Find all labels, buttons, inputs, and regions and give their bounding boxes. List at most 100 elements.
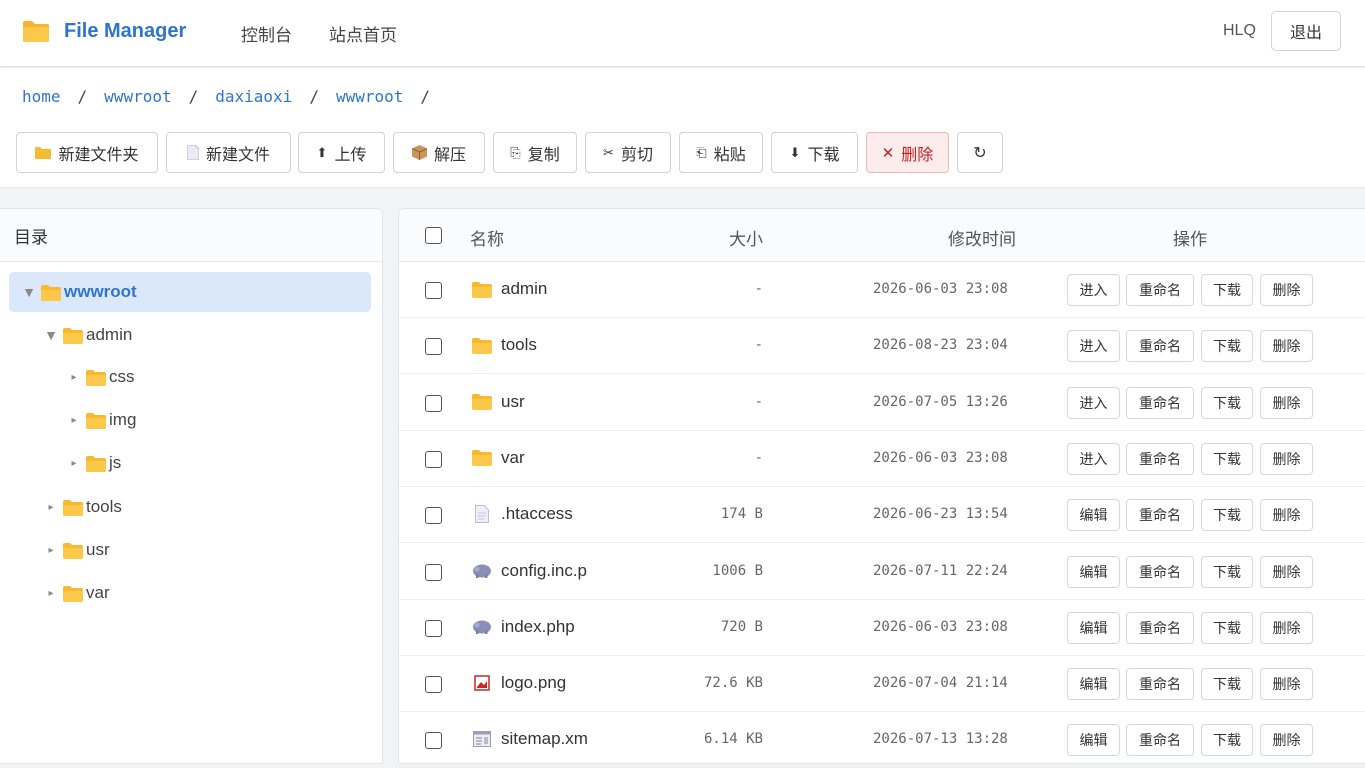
upload-button[interactable]: ⬆ 上传	[298, 132, 385, 173]
enter-button[interactable]: 进入	[1067, 442, 1120, 475]
nav-dashboard-link[interactable]: 控制台	[241, 21, 292, 46]
file-name[interactable]: .htaccess	[471, 504, 573, 524]
table-row[interactable]: var - 2026-06-03 23:08 进入 重命名 下载 删除	[399, 431, 1365, 487]
row-download-button[interactable]: 下载	[1201, 274, 1253, 306]
edit-button[interactable]: 编辑	[1067, 499, 1120, 532]
edit-button[interactable]: 编辑	[1067, 611, 1120, 644]
tree-item-img[interactable]: ▸ img	[67, 400, 136, 440]
row-checkbox[interactable]	[425, 394, 442, 412]
app-logo[interactable]: File Manager	[22, 19, 186, 43]
caret-right-icon[interactable]: ▸	[67, 415, 81, 426]
row-checkbox[interactable]	[425, 507, 442, 525]
row-delete-button[interactable]: 删除	[1260, 724, 1313, 757]
enter-button[interactable]: 进入	[1067, 274, 1120, 306]
row-delete-button[interactable]: 删除	[1260, 274, 1313, 306]
table-row[interactable]: admin - 2026-06-03 23:08 进入 重命名 下载 删除	[399, 262, 1365, 318]
rename-button[interactable]: 重命名	[1126, 442, 1194, 475]
new-folder-button[interactable]: 新建文件夹	[16, 132, 158, 173]
column-modified[interactable]: 修改时间	[948, 225, 1016, 250]
rename-button[interactable]: 重命名	[1126, 611, 1194, 644]
table-row[interactable]: index.php 720 B 2026-06-03 23:08 编辑 重命名 下载 删除	[399, 600, 1365, 656]
enter-button[interactable]: 进入	[1067, 386, 1120, 419]
row-delete-button[interactable]: 删除	[1260, 442, 1313, 475]
logout-button[interactable]: 退出	[1271, 11, 1341, 51]
tree-item-js[interactable]: ▸ js	[67, 443, 121, 483]
rename-button[interactable]: 重命名	[1126, 330, 1194, 363]
edit-button[interactable]: 编辑	[1067, 668, 1120, 701]
table-row[interactable]: config.inc.p 1006 B 2026-07-11 22:24 编辑 重命名下…	[399, 544, 1365, 600]
row-delete-button[interactable]: 删除	[1260, 668, 1313, 701]
tree-item-usr[interactable]: ▸ usr	[44, 530, 109, 570]
column-size[interactable]: 大小	[729, 225, 763, 250]
breadcrumb-wwwroot-current[interactable]: wwwroot	[336, 87, 403, 106]
cut-button[interactable]: ✂ 剪切	[585, 132, 671, 173]
caret-right-icon[interactable]: ▸	[44, 545, 58, 556]
row-download-button[interactable]: 下载	[1201, 330, 1253, 363]
edit-button[interactable]: 编辑	[1067, 724, 1120, 757]
tree-item-var[interactable]: ▸ var	[44, 573, 109, 613]
tree-item-tools[interactable]: ▸ tools	[44, 487, 121, 527]
row-download-button[interactable]: 下载	[1201, 611, 1253, 644]
row-checkbox[interactable]	[425, 619, 442, 637]
file-name[interactable]: admin	[471, 279, 547, 299]
table-row[interactable]: logo.png 72.6 KB 2026-07-04 21:14 编辑 重命名 下载 删除	[399, 656, 1365, 713]
row-download-button[interactable]: 下载	[1201, 555, 1253, 588]
table-row[interactable]: tools - 2026-08-23 23:04 进入 重命名 下载 删除	[399, 318, 1365, 375]
download-button[interactable]: ⬇ 下载	[771, 132, 858, 173]
caret-down-icon[interactable]: ▼	[44, 327, 58, 343]
copy-button[interactable]: ⎘ 复制	[493, 132, 577, 173]
table-row[interactable]: usr - 2026-07-05 13:26 进入 重命名 下载 删除	[399, 375, 1365, 431]
caret-right-icon[interactable]: ▸	[44, 502, 58, 513]
row-checkbox[interactable]	[425, 732, 442, 750]
row-download-button[interactable]: 下载	[1201, 442, 1253, 475]
nav-site-home-link[interactable]: 站点首页	[329, 21, 397, 46]
edit-button[interactable]: 编辑	[1067, 555, 1120, 588]
tree-item-css[interactable]: ▸ css	[67, 357, 134, 397]
caret-right-icon[interactable]: ▸	[44, 588, 58, 599]
caret-down-icon[interactable]: ▼	[22, 284, 36, 300]
caret-right-icon[interactable]: ▸	[67, 458, 81, 469]
delete-button[interactable]: ✕ 删除	[866, 132, 949, 173]
file-name[interactable]: var	[471, 448, 525, 468]
breadcrumb-home[interactable]: home	[22, 87, 61, 106]
tree-item-wwwroot[interactable]: ▼ wwwroot	[9, 272, 371, 312]
row-checkbox[interactable]	[425, 563, 442, 581]
row-delete-button[interactable]: 删除	[1260, 386, 1313, 419]
rename-button[interactable]: 重命名	[1126, 724, 1194, 757]
row-checkbox[interactable]	[425, 338, 442, 356]
tree-item-admin[interactable]: ▼ admin	[44, 315, 132, 355]
row-checkbox[interactable]	[425, 676, 442, 694]
row-checkbox[interactable]	[425, 282, 442, 299]
caret-right-icon[interactable]: ▸	[67, 372, 81, 383]
row-delete-button[interactable]: 删除	[1260, 611, 1313, 644]
row-delete-button[interactable]: 删除	[1260, 499, 1313, 532]
file-name[interactable]: tools	[471, 335, 537, 355]
paste-button[interactable]: ⎗ 粘贴	[679, 132, 763, 173]
rename-button[interactable]: 重命名	[1126, 274, 1194, 306]
file-name[interactable]: usr	[471, 392, 525, 412]
table-row[interactable]: .htaccess 174 B 2026-06-23 13:54 编辑 重命名 下载 删除	[399, 487, 1365, 544]
extract-button[interactable]: 解压	[393, 132, 485, 173]
row-download-button[interactable]: 下载	[1201, 499, 1253, 532]
file-name[interactable]: sitemap.xm	[471, 729, 588, 749]
select-all-checkbox[interactable]	[425, 227, 442, 244]
table-row[interactable]: sitemap.xm 6.14 KB 2026-07-13 13:28 编辑 重命名 下载…	[399, 712, 1365, 768]
row-delete-button[interactable]: 删除	[1260, 330, 1313, 363]
breadcrumb-wwwroot[interactable]: wwwroot	[104, 87, 171, 106]
row-download-button[interactable]: 下载	[1201, 724, 1253, 757]
rename-button[interactable]: 重命名	[1126, 499, 1194, 532]
rename-button[interactable]: 重命名	[1126, 386, 1194, 419]
file-name[interactable]: logo.png	[471, 673, 566, 693]
enter-button[interactable]: 进入	[1067, 330, 1120, 363]
new-file-button[interactable]: 新建文件	[166, 132, 291, 173]
row-download-button[interactable]: 下载	[1201, 386, 1253, 419]
row-checkbox[interactable]	[425, 450, 442, 468]
file-name[interactable]: config.inc.p	[471, 561, 587, 581]
file-name[interactable]: index.php	[471, 617, 575, 637]
row-delete-button[interactable]: 删除	[1260, 555, 1313, 588]
column-name[interactable]: 名称	[470, 225, 504, 250]
rename-button[interactable]: 重命名	[1126, 668, 1194, 701]
breadcrumb-daxiaoxi[interactable]: daxiaoxi	[215, 87, 292, 106]
row-download-button[interactable]: 下载	[1201, 668, 1253, 701]
refresh-button[interactable]: ↻	[957, 132, 1003, 173]
